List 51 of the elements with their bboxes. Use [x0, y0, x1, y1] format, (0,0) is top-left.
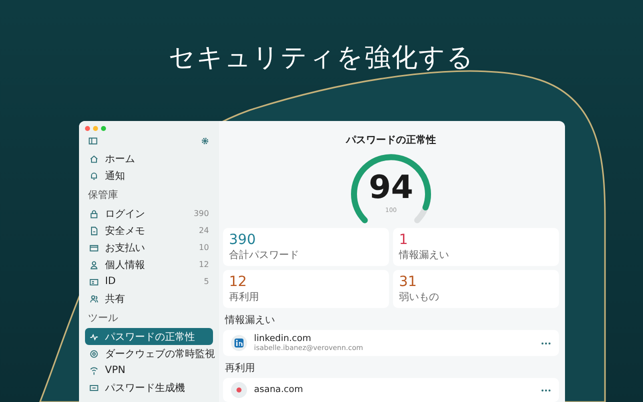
sidebar-item[interactable]: 個人情報 12	[85, 256, 213, 273]
person-icon	[89, 260, 99, 270]
stat-card[interactable]: 31 弱いもの	[393, 270, 559, 308]
sidebar-item[interactable]: ID 5	[85, 273, 213, 290]
section-header: ツール	[87, 312, 119, 326]
sidebar-item[interactable]: お支払い 10	[85, 239, 213, 256]
headline: セキュリティを強化する	[168, 42, 474, 75]
sidebar-item[interactable]: VPN	[85, 362, 213, 379]
card-icon	[89, 242, 99, 252]
sidebar-item[interactable]: ダークウェブの常時監視	[85, 345, 213, 362]
more-icon[interactable]	[541, 342, 551, 344]
close-button[interactable]	[85, 126, 90, 131]
note-icon	[89, 226, 99, 236]
section-title: 情報漏えい	[225, 314, 276, 327]
sidebar-item[interactable]: パスワードの正常性	[85, 328, 213, 345]
sidebar-item[interactable]: 安全メモ 24	[85, 222, 213, 239]
stat-card[interactable]: 12 再利用	[223, 270, 389, 308]
stat-card[interactable]: 390 合計パスワード	[223, 228, 389, 266]
pulse-icon	[89, 332, 99, 342]
stat-label: 再利用	[229, 293, 259, 303]
stat-label: 合計パスワード	[229, 251, 299, 261]
stat-card[interactable]: 1 情報漏えい	[393, 228, 559, 266]
password-row[interactable]: asana.com	[223, 378, 559, 402]
site-name: linkedin.com	[254, 334, 312, 344]
score-value: 94	[368, 171, 414, 203]
page-title: パスワードの正常性	[346, 134, 436, 147]
more-icon[interactable]	[541, 388, 551, 392]
stat-label: 弱いもの	[399, 293, 439, 303]
bell-icon	[89, 170, 99, 180]
sidebar-item[interactable]: パスワード生成機	[85, 379, 213, 396]
sidebar-toggle-icon[interactable]	[88, 136, 98, 146]
site-logo-icon	[231, 335, 247, 351]
stat-value: 12	[229, 275, 247, 289]
site-name: asana.com	[254, 385, 304, 395]
lock-icon	[89, 208, 99, 218]
stat-value: 390	[229, 233, 256, 247]
settings-icon[interactable]	[200, 136, 210, 146]
sidebar-item[interactable]: 通知	[85, 167, 213, 184]
id-card-icon	[89, 276, 99, 286]
sidebar-item[interactable]: ログイン 390	[85, 205, 213, 222]
people-icon	[89, 294, 99, 304]
vpn-icon	[89, 366, 99, 376]
home-icon	[89, 154, 99, 164]
section-title: 再利用	[225, 362, 256, 375]
sidebar-item[interactable]: 共有	[85, 290, 213, 307]
site-logo-icon	[231, 382, 247, 398]
stat-value: 31	[399, 275, 417, 289]
stat-value: 1	[399, 233, 408, 247]
sidebar-item[interactable]: ホーム	[85, 150, 213, 167]
section-header: 保管庫	[87, 188, 119, 202]
stat-label: 情報漏えい	[399, 251, 449, 261]
